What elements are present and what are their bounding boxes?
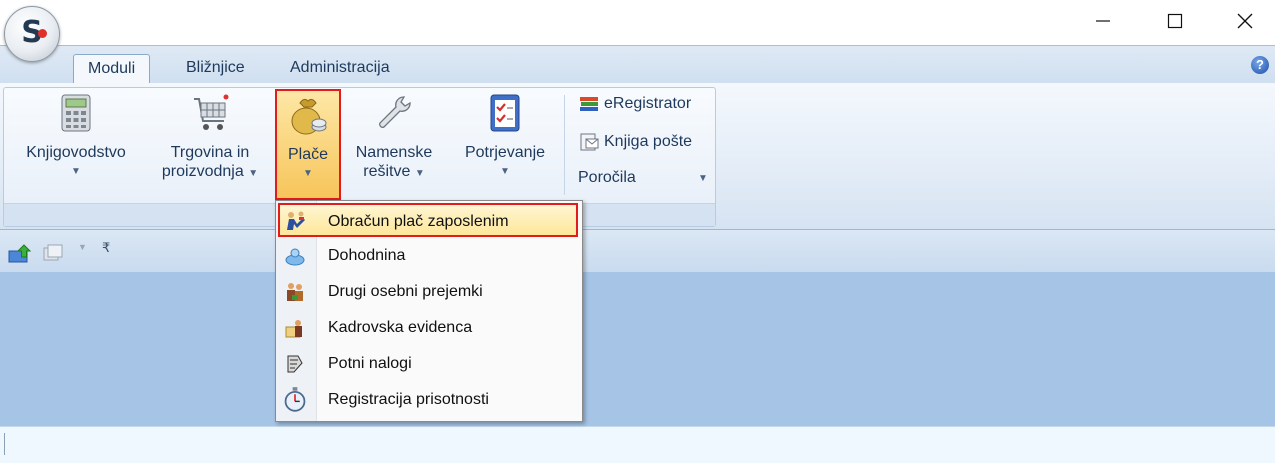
travel-order-icon [287,355,303,373]
chevron-down-icon: ▼ [414,168,425,179]
tab-bliznjice[interactable]: Bližnjice [172,54,259,83]
ribbon-separator [564,95,565,195]
chevron-down-icon: ▼ [248,168,259,179]
status-bar [0,426,1275,463]
app-menu-button[interactable]: S [4,6,60,62]
potrjevanje-button[interactable]: Potrjevanje ▼ [455,91,555,181]
wrench-icon [379,96,411,128]
people-money-icon [287,283,303,301]
menu-item-dohodnina[interactable]: Dohodnina [276,238,582,274]
knjigovodstvo-button[interactable]: Knjigovodstvo ▼ [14,91,138,181]
calculator-icon [61,94,91,132]
minimize-icon [1096,20,1110,22]
minimize-button[interactable] [1080,0,1126,42]
windows-icon[interactable] [42,243,64,263]
ribbon-tabstrip: Moduli Bližnjice Administracija ? [0,45,1275,84]
maximize-button[interactable] [1152,0,1198,42]
shopping-cart-icon [194,94,229,130]
income-tax-icon [285,248,305,266]
chevron-down-icon: ▼ [698,172,708,184]
porocila-label: Poročila [578,169,636,186]
knjiga-poste-button[interactable]: Knjiga pošte [578,132,692,152]
potrjevanje-label: Potrjevanje [464,144,546,161]
menu-item-label: Potni nalogi [328,355,412,372]
quick-access-toolbar: ▼ ₹ [0,230,1275,273]
status-grip [4,433,5,455]
place-label: Plače [287,146,329,163]
chevron-down-icon[interactable]: ▼ [78,242,87,252]
maximize-icon [1167,13,1183,29]
workers-icon [287,211,305,230]
trgovina-label-line1: Trgovina in [170,144,250,161]
mdi-workspace [0,272,1275,426]
books-icon [580,97,598,111]
close-icon [1237,13,1253,29]
tab-moduli[interactable]: Moduli [73,54,151,84]
namenske-label-line2: rešitve [363,163,411,180]
stopwatch-icon [284,387,306,412]
menu-item-label: Registracija prisotnosti [328,391,489,408]
logo-dot [38,29,47,38]
menu-item-registracija-prisotnosti[interactable]: Registracija prisotnosti [276,382,582,418]
chevron-down-icon: ▼ [71,166,81,177]
chevron-down-icon: ▼ [500,166,510,177]
ribbon-panel: Knjigovodstvo ▼ Trgovina in proizvodnja … [0,83,1275,230]
place-button[interactable]: Plače ▼ [275,89,341,200]
personnel-icon [285,320,302,338]
menu-item-label: Kadrovska evidenca [328,319,473,336]
tab-administracija[interactable]: Administracija [276,54,404,83]
menu-item-label: Dohodnina [328,247,406,264]
menu-item-label: Drugi osebni prejemki [328,283,483,300]
trgovina-proizvodnja-button[interactable]: Trgovina in proizvodnja ▼ [150,91,270,183]
porocila-button[interactable]: Poročila ▼ [578,169,708,187]
menu-item-kadrovska-evidenca[interactable]: Kadrovska evidenca [276,310,582,346]
checklist-icon [490,94,520,132]
namenske-label-line1: Namenske [355,144,433,161]
customize-toolbar-icon[interactable]: ₹ [102,240,110,256]
upload-icon[interactable] [8,243,34,263]
menu-item-label: Obračun plač zaposlenim [328,213,509,230]
knjiga-poste-label: Knjiga pošte [604,133,693,150]
knjigovodstvo-label: Knjigovodstvo [26,144,126,161]
title-bar: S [0,0,1275,62]
place-dropdown-menu: Obračun plač zaposlenim Dohodnina Drugi … [275,200,583,422]
close-button[interactable] [1222,0,1268,42]
chevron-down-icon: ▼ [303,168,313,179]
trgovina-label-line2: proizvodnja [161,163,244,180]
menu-item-obracun-plac[interactable]: Obračun plač zaposlenim [278,203,578,237]
menu-item-potni-nalogi[interactable]: Potni nalogi [276,346,582,382]
mail-book-icon [580,133,599,151]
help-icon[interactable]: ? [1251,56,1269,74]
eregistrator-label: eRegistrator [604,95,692,112]
eregistrator-button[interactable]: eRegistrator [578,95,691,113]
menu-item-drugi-osebni-prejemki[interactable]: Drugi osebni prejemki [276,274,582,310]
namenske-resitve-button[interactable]: Namenske rešitve ▼ [345,91,443,183]
money-bag-icon [291,98,327,135]
